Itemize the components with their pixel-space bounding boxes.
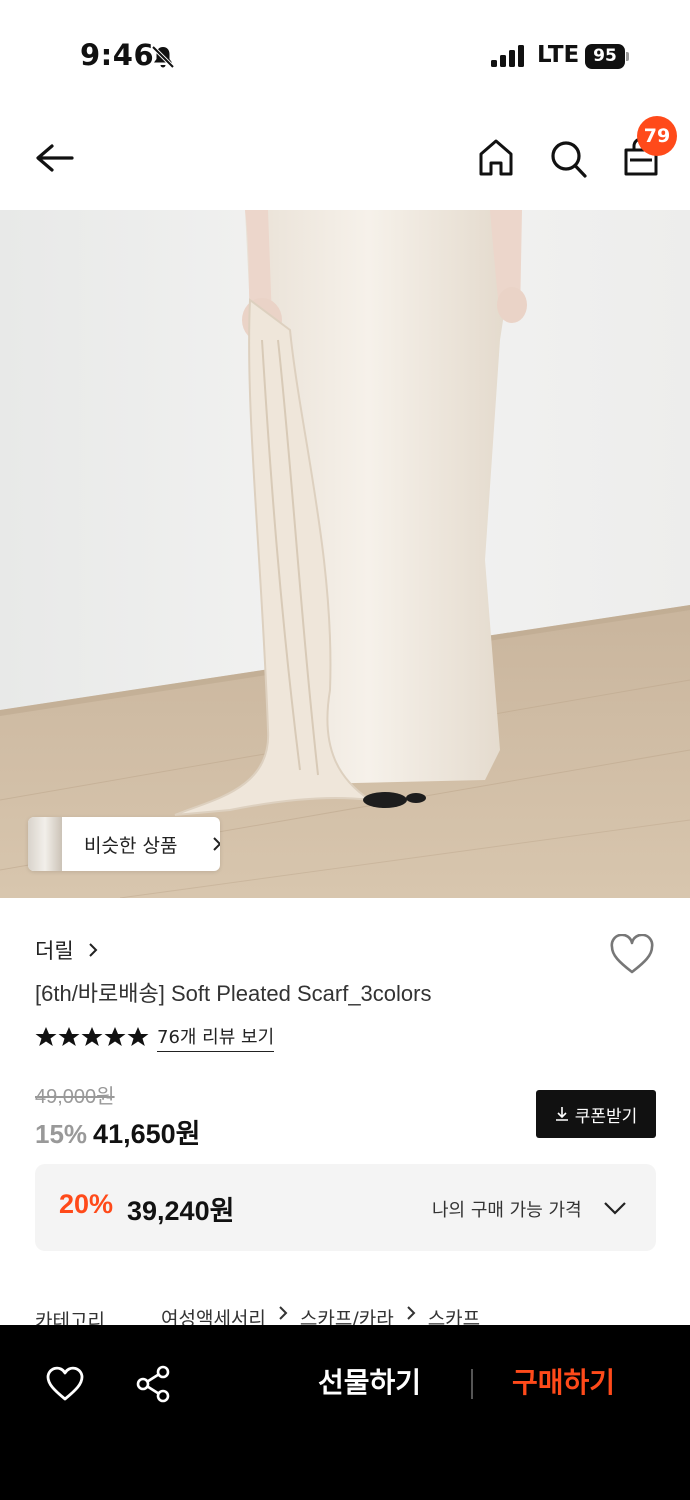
discount-rate: 15% [35, 1119, 88, 1149]
bell-slash-icon [151, 45, 175, 69]
my-price-label: 나의 구매 가능 가격 [432, 1200, 582, 1221]
heart-icon[interactable] [609, 934, 655, 976]
product-title: [6th/바로배송] Soft Pleated Scarf_3colors [35, 981, 432, 1006]
search-icon[interactable] [547, 136, 589, 180]
gift-button[interactable]: 선물하기 [318, 1361, 421, 1401]
similar-products-button[interactable]: 비슷한 상품 [28, 817, 220, 871]
divider [471, 1369, 473, 1399]
heart-icon[interactable] [45, 1365, 85, 1403]
review-link[interactable]: 76개 리뷰 보기 [157, 1023, 275, 1052]
buy-button[interactable]: 구매하기 [512, 1361, 615, 1401]
star-icon [35, 1027, 57, 1046]
status-time: 9:46 [80, 38, 155, 72]
chevron-right-icon [88, 943, 98, 957]
rating-row: 76개 리뷰 보기 [35, 1022, 275, 1052]
share-icon[interactable] [134, 1364, 172, 1404]
home-icon[interactable] [475, 136, 517, 180]
signal-icon [491, 45, 524, 67]
original-price: 49,000원 [35, 1086, 115, 1108]
similar-products-thumbnail [28, 817, 62, 871]
chevron-right-icon [406, 1306, 416, 1320]
chevron-down-icon [604, 1202, 626, 1215]
star-icon [58, 1027, 80, 1046]
brand-name: 더릴 [35, 939, 74, 963]
cart-count-badge: 79 [637, 116, 677, 156]
coupon-button[interactable]: 쿠폰받기 [536, 1090, 656, 1138]
battery-icon: 95 [585, 44, 629, 69]
price-row: 15% 41,650원 [35, 1112, 200, 1151]
chevron-right-icon [279, 1306, 288, 1320]
product-photo [0, 210, 690, 898]
battery-cap [626, 52, 629, 61]
sale-price: 41,650원 [93, 1119, 201, 1149]
battery-level: 95 [585, 44, 625, 69]
coupon-label: 쿠폰받기 [574, 1106, 638, 1127]
brand-link[interactable]: 더릴 [35, 935, 98, 965]
product-image[interactable] [0, 210, 690, 898]
star-icon [127, 1027, 149, 1046]
star-icon [104, 1027, 126, 1046]
star-rating [35, 1026, 149, 1048]
bottom-action-bar: 선물하기 구매하기 [0, 1325, 690, 1500]
star-icon [81, 1027, 103, 1046]
download-icon [555, 1107, 568, 1121]
my-discount-rate: 20% [59, 1189, 114, 1219]
network-type: LTE [537, 42, 580, 68]
my-price: 39,240원 [127, 1196, 235, 1226]
my-price-dropdown[interactable]: 20% 39,240원 나의 구매 가능 가격 [35, 1164, 656, 1251]
similar-products-label: 비슷한 상품 [84, 835, 178, 857]
chevron-right-icon [213, 837, 220, 851]
top-navigation [0, 110, 690, 210]
status-bar: 9:46 LTE 95 [0, 0, 690, 110]
back-arrow-icon[interactable] [32, 138, 78, 178]
